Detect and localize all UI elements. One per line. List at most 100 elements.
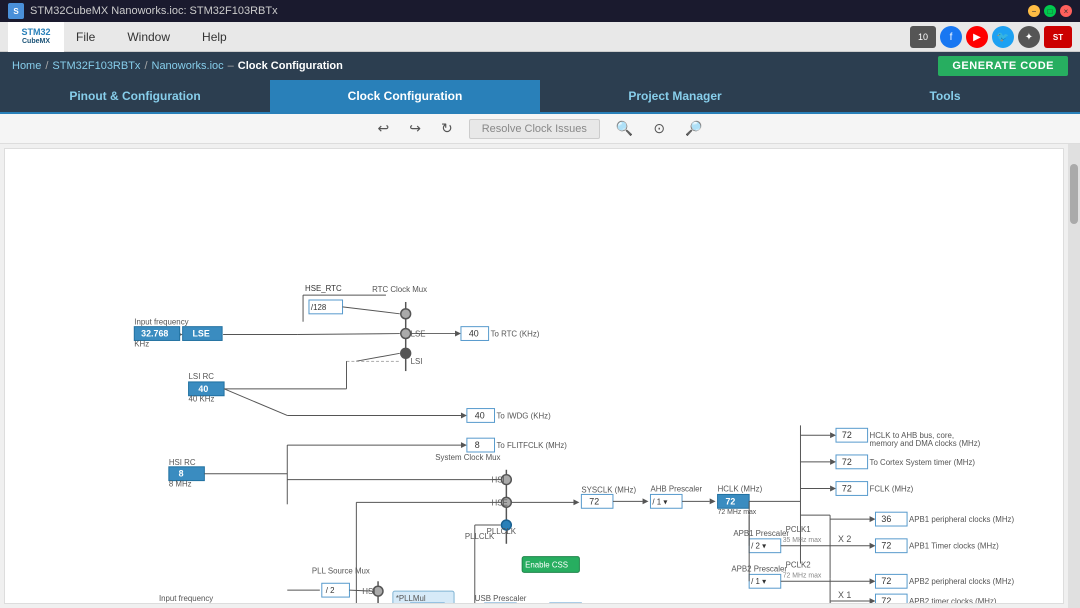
svg-text:35 MHz max: 35 MHz max [783,537,822,544]
undo-button[interactable]: ↩ [374,118,394,139]
svg-text:RTC Clock Mux: RTC Clock Mux [372,285,427,294]
bc-page: Clock Configuration [238,60,343,72]
svg-text:X 1: X 1 [838,590,851,600]
scroll-thumb[interactable] [1070,164,1078,224]
svg-text:/ 1 ▾: / 1 ▾ [751,577,766,586]
svg-text:PLLCLK: PLLCLK [465,532,495,541]
svg-text:Input frequency: Input frequency [134,318,188,327]
svg-text:72: 72 [589,496,599,506]
svg-text:FCLK (MHz): FCLK (MHz) [870,484,914,493]
svg-text:40: 40 [475,410,485,420]
menu-file[interactable]: File [60,26,111,48]
svg-text:/ 1 ▾: / 1 ▾ [652,497,667,506]
svg-text:8: 8 [179,469,184,479]
facebook-icon[interactable]: f [940,26,962,48]
redo-button[interactable]: ↪ [405,118,425,139]
svg-text:72: 72 [881,541,891,551]
svg-text:PCLK2: PCLK2 [786,560,811,569]
svg-text:APB2 timer clocks (MHz): APB2 timer clocks (MHz) [909,597,997,603]
app-logo: STM32 CubeMX [8,22,64,52]
svg-text:*PLLMul: *PLLMul [396,594,426,603]
svg-text:40: 40 [469,329,479,339]
svg-text:72: 72 [881,596,891,603]
network-icon[interactable]: ✦ [1018,26,1040,48]
svg-text:8: 8 [475,440,480,450]
svg-text:AHB Prescaler: AHB Prescaler [650,484,702,493]
svg-text:36: 36 [881,514,891,524]
close-button[interactable]: × [1060,5,1072,17]
svg-text:HSI RC: HSI RC [169,458,196,467]
svg-text:72: 72 [881,576,891,586]
window-controls: − □ × [1028,5,1072,17]
maximize-button[interactable]: □ [1044,5,1056,17]
svg-text:72 MHz max: 72 MHz max [718,509,757,516]
svg-text:LSI: LSI [411,357,423,366]
menubar: File Window Help 10 f ▶ 🐦 ✦ ST [0,22,1080,52]
svg-text:40 KHz: 40 KHz [189,395,215,404]
svg-text:LSE: LSE [193,329,210,339]
app-icon: S [8,3,24,19]
breadcrumb-bar: Home / STM32F103RBTx / Nanoworks.ioc – C… [0,52,1080,80]
menu-help[interactable]: Help [186,26,243,48]
svg-text:To FLITFCLK (MHz): To FLITFCLK (MHz) [496,441,567,450]
resolve-clock-button[interactable]: Resolve Clock Issues [469,119,600,139]
svg-text:/128: /128 [311,303,327,312]
bc-device[interactable]: STM32F103RBTx [52,60,140,72]
content-area: HSE_RTC /128 RTC Clock Mux [0,144,1080,608]
svg-text:PCLK1: PCLK1 [786,525,811,534]
bc-home[interactable]: Home [12,60,41,72]
svg-text:/ 2 ▾: / 2 ▾ [751,542,766,551]
svg-text:HSI: HSI [362,587,375,596]
twitter-icon[interactable]: 🐦 [992,26,1014,48]
zoom-out-button[interactable]: 🔎 [681,118,706,139]
bc-project[interactable]: Nanoworks.ioc [152,60,224,72]
svg-text:HCLK (MHz): HCLK (MHz) [718,484,763,493]
svg-text:To IWDG (KHz): To IWDG (KHz) [496,411,551,420]
svg-text:To Cortex System timer (MHz): To Cortex System timer (MHz) [870,458,976,467]
svg-text:72: 72 [842,430,852,440]
generate-code-button[interactable]: GENERATE CODE [938,56,1068,76]
menu-window[interactable]: Window [111,26,186,48]
tab-project[interactable]: Project Manager [540,80,810,112]
svg-text:LSI RC: LSI RC [189,372,215,381]
svg-text:72: 72 [842,483,852,493]
main-tabs: Pinout & Configuration Clock Configurati… [0,80,1080,114]
svg-text:LSE: LSE [411,330,426,339]
svg-text:APB2 Prescaler: APB2 Prescaler [731,564,787,573]
svg-text:/ 2: / 2 [326,586,335,595]
svg-text:APB2 peripheral clocks (MHz): APB2 peripheral clocks (MHz) [909,577,1014,586]
svg-text:HSE_RTC: HSE_RTC [305,284,342,293]
svg-text:Enable CSS: Enable CSS [525,560,568,569]
svg-text:APB1 Prescaler: APB1 Prescaler [733,529,789,538]
tab-pinout[interactable]: Pinout & Configuration [0,80,270,112]
scrollbar[interactable] [1068,144,1080,608]
svg-text:40: 40 [198,384,208,394]
zoom-in-button[interactable]: 🔍 [612,118,637,139]
titlebar: S STM32CubeMX Nanoworks.ioc: STM32F103RB… [0,0,1080,22]
tab-clock[interactable]: Clock Configuration [270,80,540,112]
svg-text:APB1 peripheral clocks (MHz): APB1 peripheral clocks (MHz) [909,515,1014,524]
clock-diagram: HSE_RTC /128 RTC Clock Mux [4,148,1064,604]
svg-text:System Clock Mux: System Clock Mux [435,453,500,462]
youtube-icon[interactable]: ▶ [966,26,988,48]
svg-text:72: 72 [842,457,852,467]
tab-tools[interactable]: Tools [810,80,1080,112]
svg-text:memory and DMA clocks (MHz): memory and DMA clocks (MHz) [870,439,981,448]
svg-text:72: 72 [725,496,735,506]
svg-text:USB Prescaler: USB Prescaler [475,594,527,603]
window-title: STM32CubeMX Nanoworks.ioc: STM32F103RBTx [30,5,1028,17]
minimize-button[interactable]: − [1028,5,1040,17]
svg-text:8 MHz: 8 MHz [169,480,192,489]
svg-text:PLL Source Mux: PLL Source Mux [312,566,370,575]
st-logo-icon[interactable]: ST [1044,26,1072,48]
svg-text:72 MHz max: 72 MHz max [783,572,822,579]
toolbar: ↩ ↪ ↻ Resolve Clock Issues 🔍 ⊙ 🔎 [0,114,1080,144]
zoom-reset-button[interactable]: ⊙ [649,118,669,139]
svg-text:Input frequency: Input frequency [159,594,213,603]
refresh-button[interactable]: ↻ [437,118,457,139]
svg-text:APB1 Timer clocks (MHz): APB1 Timer clocks (MHz) [909,542,999,551]
svg-text:SYSCLK (MHz): SYSCLK (MHz) [581,485,636,494]
counter-icon: 10 [910,26,936,48]
svg-text:32.768: 32.768 [141,329,168,339]
social-icons: 10 f ▶ 🐦 ✦ ST [910,26,1072,48]
